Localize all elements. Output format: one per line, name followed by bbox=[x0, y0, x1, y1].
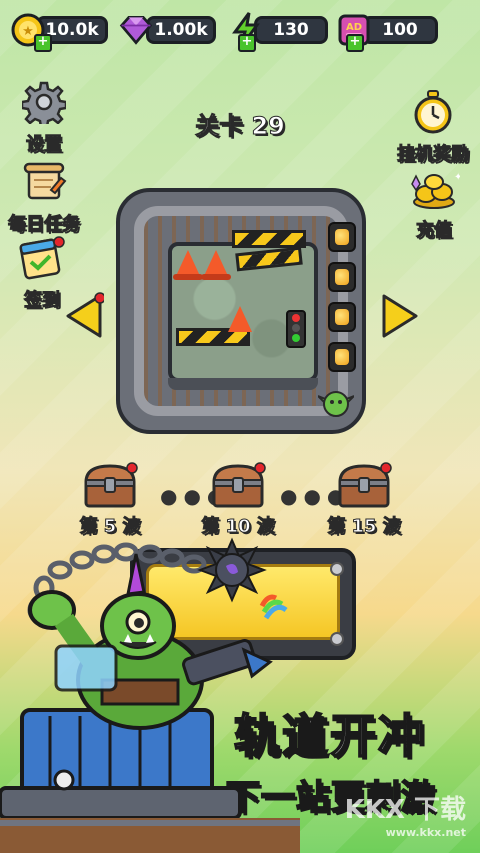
barrier bbox=[232, 230, 306, 248]
idle-rewards-label: 挂机奖励 bbox=[397, 144, 470, 166]
checkin-label: 签到 bbox=[24, 290, 61, 312]
gem-value: 1.00k bbox=[154, 20, 208, 40]
wave-5-chest[interactable] bbox=[82, 462, 138, 508]
cone-base bbox=[201, 274, 231, 280]
wave-15-chest[interactable] bbox=[336, 462, 392, 508]
treasure-chest-icon bbox=[84, 462, 138, 508]
next-level-button[interactable] bbox=[380, 292, 420, 344]
watermark-url: www.kkx.net bbox=[385, 826, 466, 839]
arrow-left-icon bbox=[66, 292, 106, 338]
add-energy-button[interactable]: + bbox=[238, 34, 256, 52]
energy-value: 130 bbox=[273, 20, 309, 40]
wall-lamp-icon bbox=[328, 222, 356, 252]
gem-counter: 1.00k bbox=[146, 16, 216, 44]
treasure-chest-icon bbox=[212, 462, 266, 508]
svg-text:AD: AD bbox=[346, 22, 362, 33]
wall-lamp-icon bbox=[328, 262, 356, 292]
add-ad-tickets-button[interactable]: + bbox=[346, 34, 364, 52]
coin-pile-icon: ✦ bbox=[411, 172, 462, 209]
traffic-cone-icon bbox=[204, 250, 228, 276]
purple-gem-icon bbox=[118, 12, 154, 48]
coin-value: 10.0k bbox=[45, 20, 99, 40]
calendar-check-icon bbox=[19, 236, 65, 280]
energy-counter: 130 bbox=[254, 16, 328, 44]
bolt bbox=[330, 632, 344, 646]
scroll-icon bbox=[23, 162, 67, 200]
site-watermark: KKX 下载 www.kkx.net bbox=[345, 789, 466, 839]
traffic-light-icon bbox=[286, 310, 306, 348]
map-base bbox=[168, 378, 318, 390]
wall-lamp-icon bbox=[328, 342, 356, 372]
svg-text:✦: ✦ bbox=[454, 172, 460, 183]
traffic-cone-icon bbox=[228, 306, 252, 332]
svg-text:★: ★ bbox=[22, 24, 34, 39]
ad-ticket-counter: 100 bbox=[362, 16, 438, 44]
wave-rewards: 第 5 波 ●●● 第 10 波 ●●● 第 15 波 bbox=[0, 460, 480, 540]
bolt bbox=[330, 562, 344, 576]
traffic-cone-icon bbox=[176, 250, 200, 276]
promo-headline: 轨道开冲 bbox=[233, 708, 426, 764]
wave-15-label: 第 15 波 bbox=[327, 516, 402, 538]
wall-lamp-icon bbox=[328, 302, 356, 332]
previous-level-button[interactable] bbox=[64, 292, 106, 344]
add-coins-button[interactable]: + bbox=[34, 34, 52, 52]
resource-bar: 10.0k ★ + 1.00k 130 + 100 AD + bbox=[10, 12, 470, 52]
wave-10-chest[interactable] bbox=[210, 462, 266, 508]
goblin-head-icon bbox=[318, 391, 354, 417]
watermark-text: KKX 下载 bbox=[344, 795, 466, 825]
ad-ticket-value: 100 bbox=[382, 20, 418, 40]
checkin-button[interactable]: 签到 bbox=[12, 234, 72, 312]
level-title: 关卡 29 bbox=[195, 112, 286, 141]
cone-base bbox=[173, 274, 203, 280]
recharge-button[interactable]: ✦ 充值 bbox=[404, 170, 464, 242]
daily-tasks-button[interactable]: 每日任务 bbox=[2, 162, 86, 236]
arrow-right-icon bbox=[382, 294, 418, 338]
daily-tasks-label: 每日任务 bbox=[8, 214, 81, 236]
recharge-label: 充值 bbox=[416, 220, 453, 242]
treasure-chest-icon bbox=[338, 462, 392, 508]
